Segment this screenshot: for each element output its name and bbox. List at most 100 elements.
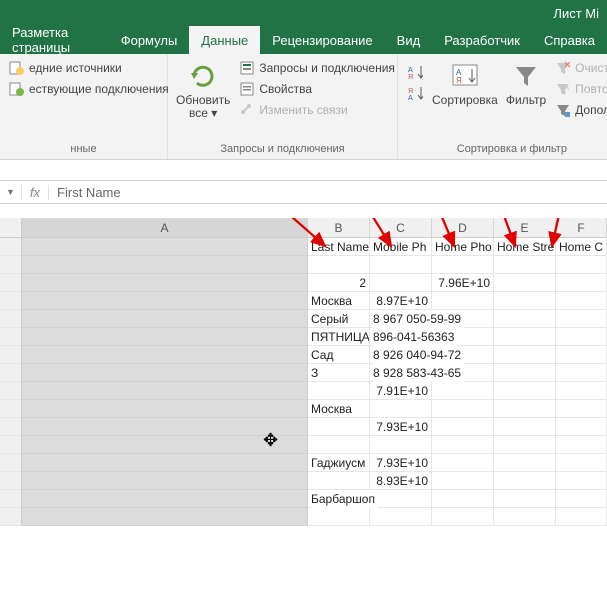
cell[interactable]: [22, 364, 308, 382]
cell[interactable]: [22, 256, 308, 274]
cell[interactable]: [22, 292, 308, 310]
cell[interactable]: [22, 274, 308, 292]
row-header[interactable]: [0, 274, 22, 292]
cell[interactable]: [494, 508, 556, 526]
row-header[interactable]: [0, 436, 22, 454]
cell[interactable]: [22, 472, 308, 490]
cell[interactable]: 8.97E+10: [370, 292, 432, 310]
cell[interactable]: [22, 346, 308, 364]
cell[interactable]: [370, 436, 432, 454]
cell[interactable]: [556, 418, 607, 436]
cell[interactable]: [432, 382, 494, 400]
cell[interactable]: [432, 454, 494, 472]
cell[interactable]: 8 967 050-59-99: [370, 310, 432, 328]
cell[interactable]: [494, 274, 556, 292]
cell[interactable]: 896-041-56363: [370, 328, 432, 346]
cell[interactable]: [556, 490, 607, 508]
col-header-c[interactable]: C: [370, 218, 432, 237]
cell[interactable]: [308, 418, 370, 436]
cell[interactable]: 8.93E+10: [370, 472, 432, 490]
cell[interactable]: [22, 490, 308, 508]
cell[interactable]: [370, 256, 432, 274]
cell[interactable]: [432, 508, 494, 526]
cell[interactable]: [308, 256, 370, 274]
row-header[interactable]: [0, 490, 22, 508]
fx-label[interactable]: fx: [21, 185, 49, 200]
cell[interactable]: Москва: [308, 292, 370, 310]
col-header-d[interactable]: D: [432, 218, 494, 237]
cell[interactable]: [556, 346, 607, 364]
cell[interactable]: [370, 274, 432, 292]
cell[interactable]: [432, 418, 494, 436]
cell[interactable]: [556, 436, 607, 454]
cell[interactable]: [432, 400, 494, 418]
cell[interactable]: 7.91E+10: [370, 382, 432, 400]
tab-formulas[interactable]: Формулы: [109, 26, 190, 54]
row-header[interactable]: [0, 364, 22, 382]
header-cell[interactable]: Mobile Ph: [370, 238, 432, 256]
row-header[interactable]: [0, 256, 22, 274]
cell[interactable]: [22, 436, 308, 454]
tab-page-layout[interactable]: Разметка страницы: [0, 26, 109, 54]
tab-review[interactable]: Рецензирование: [260, 26, 384, 54]
row-header[interactable]: [0, 310, 22, 328]
cell[interactable]: [494, 346, 556, 364]
cell[interactable]: [370, 490, 432, 508]
cell[interactable]: [494, 292, 556, 310]
row-header[interactable]: [0, 400, 22, 418]
cell[interactable]: [494, 364, 556, 382]
sort-za-button[interactable]: ЯА: [404, 83, 426, 103]
cell[interactable]: 2: [308, 274, 370, 292]
queries-connections-button[interactable]: Запросы и подключения: [236, 58, 398, 78]
header-cell[interactable]: Home C: [556, 238, 607, 256]
properties-button[interactable]: Свойства: [236, 79, 398, 99]
cell[interactable]: [22, 328, 308, 346]
cell[interactable]: [22, 238, 308, 256]
namebox-dropdown[interactable]: ▼: [0, 187, 21, 197]
tab-help[interactable]: Справка: [532, 26, 607, 54]
cell[interactable]: 8 928 583-43-65: [370, 364, 432, 382]
spreadsheet-grid[interactable]: A B C D E F Last NameMobile PhHome PhoHo…: [0, 218, 607, 598]
row-header[interactable]: [0, 418, 22, 436]
row-header[interactable]: [0, 328, 22, 346]
header-cell[interactable]: Home Stre: [494, 238, 556, 256]
cell[interactable]: [556, 274, 607, 292]
formula-input[interactable]: First Name: [49, 185, 607, 200]
cell[interactable]: [432, 472, 494, 490]
cell[interactable]: [494, 382, 556, 400]
recent-sources-button[interactable]: едние источники: [6, 58, 172, 78]
tab-view[interactable]: Вид: [385, 26, 433, 54]
cell[interactable]: [432, 292, 494, 310]
header-cell[interactable]: Home Pho: [432, 238, 494, 256]
existing-connections-button[interactable]: ествующие подключения: [6, 79, 172, 99]
cell[interactable]: [308, 508, 370, 526]
sort-az-button[interactable]: АЯ: [404, 62, 426, 82]
cell[interactable]: [494, 454, 556, 472]
cell[interactable]: [556, 328, 607, 346]
cell[interactable]: [556, 400, 607, 418]
col-header-f[interactable]: F: [556, 218, 607, 237]
cell[interactable]: [22, 454, 308, 472]
cell[interactable]: 7.96E+10: [432, 274, 494, 292]
cell[interactable]: [432, 436, 494, 454]
cell[interactable]: [494, 418, 556, 436]
cell[interactable]: [22, 400, 308, 418]
cell[interactable]: [308, 436, 370, 454]
cell[interactable]: [556, 292, 607, 310]
cell[interactable]: [494, 310, 556, 328]
select-all-corner[interactable]: [0, 218, 22, 237]
cell[interactable]: [494, 436, 556, 454]
cell[interactable]: 7.93E+10: [370, 418, 432, 436]
cell[interactable]: [494, 490, 556, 508]
cell[interactable]: [556, 256, 607, 274]
row-header[interactable]: [0, 508, 22, 526]
tab-data[interactable]: Данные: [189, 26, 260, 54]
col-header-a[interactable]: A: [22, 218, 308, 237]
cell[interactable]: [556, 382, 607, 400]
cell[interactable]: Сад: [308, 346, 370, 364]
cell[interactable]: [370, 400, 432, 418]
cell[interactable]: Гаджиусм: [308, 454, 370, 472]
row-header[interactable]: [0, 292, 22, 310]
col-header-b[interactable]: B: [308, 218, 370, 237]
cell[interactable]: [556, 454, 607, 472]
